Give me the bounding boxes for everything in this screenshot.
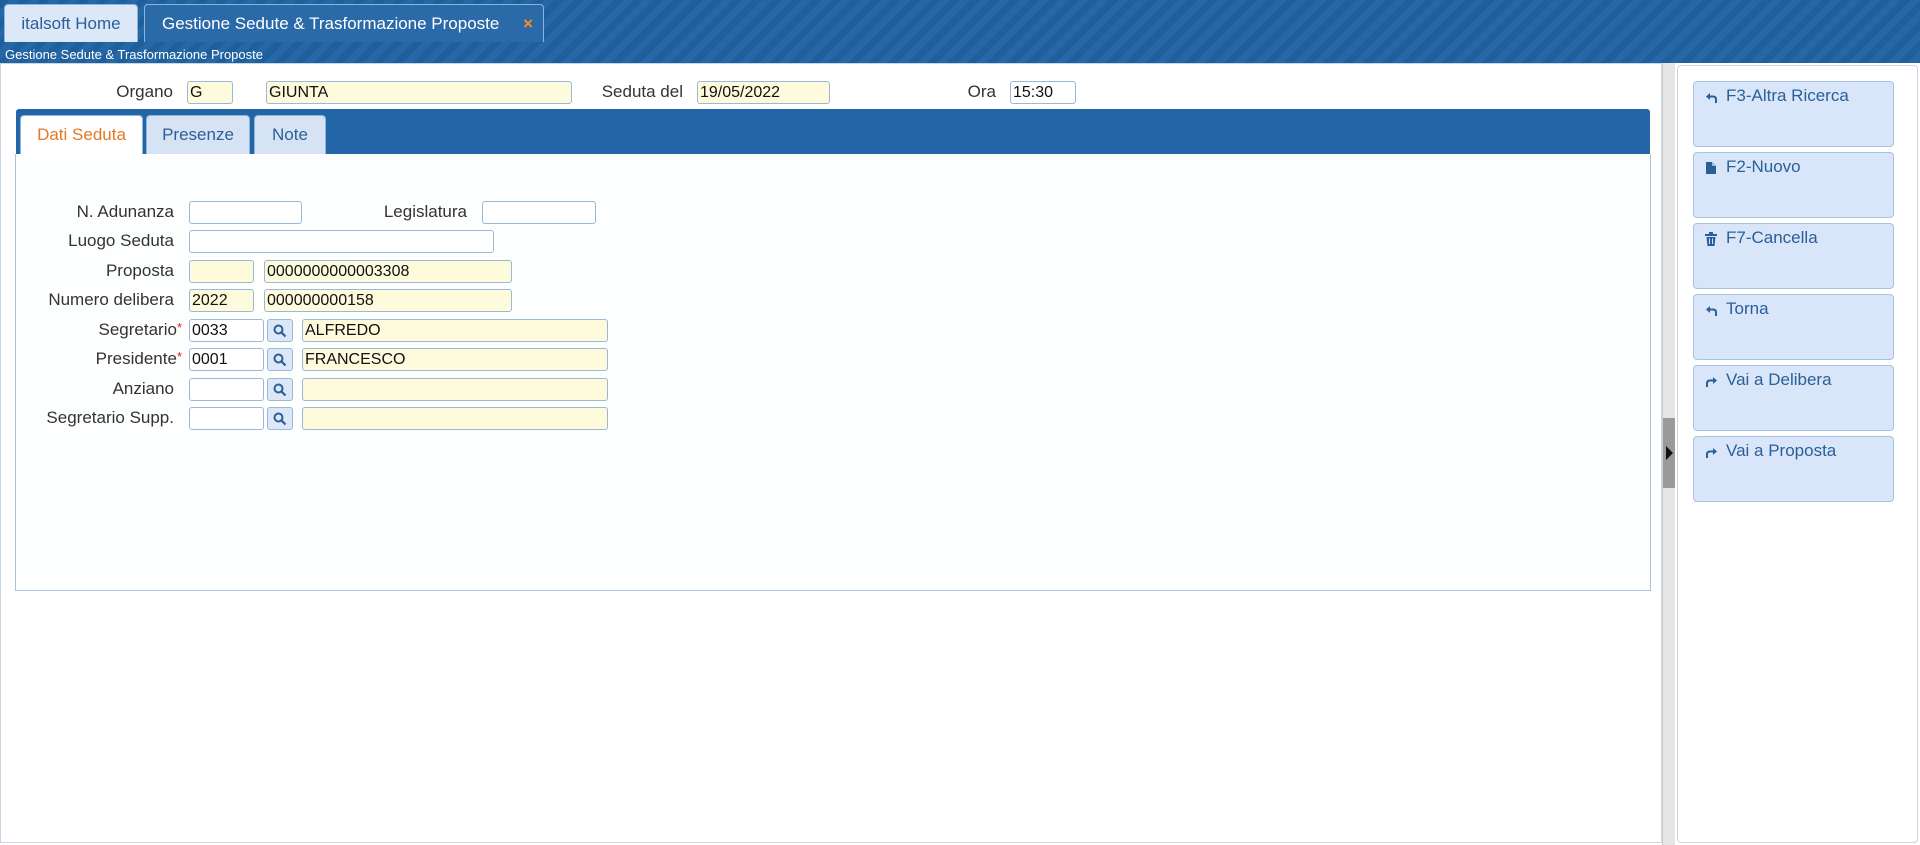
legislatura-label: Legislatura [383,202,467,221]
segretario-search-button[interactable] [267,319,293,342]
document-icon [1704,159,1718,177]
delibera-year-field[interactable]: 2022 [189,289,254,312]
segretario-label-text: Segretario [98,320,177,339]
search-icon [273,353,287,366]
presidente-name-field[interactable]: FRANCESCO [302,348,608,371]
presidente-code-field[interactable]: 0001 [189,348,264,371]
anziano-label: Anziano [112,379,174,398]
nuovo-button[interactable]: F2-Nuovo [1693,152,1894,218]
segretario-code-field[interactable]: 0033 [189,319,264,342]
vai-a-proposta-button[interactable]: Vai a Proposta [1693,436,1894,502]
nuovo-label: F2-Nuovo [1726,157,1801,176]
search-icon [273,324,287,337]
segretario-name-field[interactable]: ALFREDO [302,319,608,342]
altra-ricerca-button[interactable]: F3-Altra Ricerca [1693,81,1894,147]
luogo-label: Luogo Seduta [68,231,174,250]
undo-icon [1704,88,1718,106]
required-mark: * [176,349,182,364]
ora-field[interactable]: 15:30 [1010,81,1076,104]
anziano-code-field[interactable] [189,378,264,401]
redo-icon [1704,372,1718,390]
segretario-supp-name-field[interactable] [302,407,608,430]
segretario-supp-label: Segretario Supp. [46,408,174,427]
organo-label: Organo [116,82,173,101]
tab-gestione-sedute[interactable]: Gestione Sedute & Trasformazione Propost… [144,4,544,42]
redo-icon [1704,443,1718,461]
segretario-supp-code-field[interactable] [189,407,264,430]
seduta-date-field[interactable]: 19/05/2022 [697,81,830,104]
tab-note[interactable]: Note [254,115,326,154]
adunanza-field[interactable] [189,201,302,224]
proposta-number-field[interactable]: 0000000000003308 [264,260,512,283]
legislatura-field[interactable] [482,201,596,224]
presidente-label-text: Presidente [95,349,177,368]
vai-a-delibera-label: Vai a Delibera [1726,370,1832,389]
tab-active-label: Gestione Sedute & Trasformazione Propost… [162,13,500,33]
presidente-label: Presidente* [20,349,182,369]
tab-home-label: italsoft Home [21,13,121,33]
altra-ricerca-label: F3-Altra Ricerca [1726,86,1849,105]
tab-dati-seduta[interactable]: Dati Seduta [20,115,143,154]
seduta-label: Seduta del [601,82,683,101]
proposta-label: Proposta [105,261,174,280]
proposta-year-field[interactable] [189,260,254,283]
adunanza-label: N. Adunanza [76,202,174,221]
search-icon [273,383,287,396]
organo-code-field[interactable]: G [187,81,233,104]
presidente-search-button[interactable] [267,348,293,371]
anziano-name-field[interactable] [302,378,608,401]
delibera-label: Numero delibera [48,290,174,309]
vai-a-delibera-button[interactable]: Vai a Delibera [1693,365,1894,431]
anziano-search-button[interactable] [267,378,293,401]
luogo-field[interactable] [189,230,494,253]
segretario-supp-search-button[interactable] [267,407,293,430]
tab-italsoft-home[interactable]: italsoft Home [4,4,138,42]
tab-presenze[interactable]: Presenze [146,115,250,154]
page-subtitle: Gestione Sedute & Trasformazione Propost… [5,47,263,62]
cancella-button[interactable]: F7-Cancella [1693,223,1894,289]
collapse-arrow-icon[interactable] [1666,446,1673,460]
undo-icon [1704,301,1718,319]
torna-button[interactable]: Torna [1693,294,1894,360]
trash-icon [1704,230,1718,248]
torna-label: Torna [1726,299,1769,318]
cancella-label: F7-Cancella [1726,228,1818,247]
required-mark: * [176,320,182,335]
delibera-number-field[interactable]: 000000000158 [264,289,512,312]
close-icon[interactable]: × [523,14,533,34]
ora-label: Ora [967,82,996,101]
search-icon [273,412,287,425]
vai-a-proposta-label: Vai a Proposta [1726,441,1837,460]
segretario-label: Segretario* [20,320,183,340]
organo-name-field[interactable]: GIUNTA [266,81,572,104]
